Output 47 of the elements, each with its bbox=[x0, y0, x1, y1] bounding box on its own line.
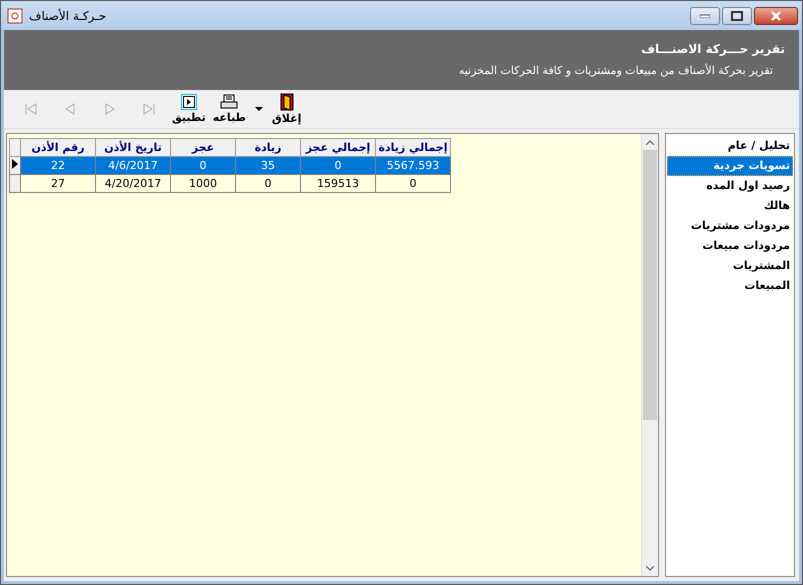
list-item[interactable]: تسويات جردية bbox=[667, 156, 793, 176]
report-title: تقرير حـــركة الاصنـــاف bbox=[640, 42, 785, 56]
column-header[interactable]: إجمالي زيادة bbox=[376, 138, 450, 156]
table-cell: 0 bbox=[236, 174, 300, 192]
play-icon bbox=[180, 94, 197, 110]
table-cell: 5567.593 bbox=[376, 156, 450, 174]
close-icon bbox=[770, 10, 782, 20]
column-header[interactable]: رقم الأذن bbox=[20, 138, 96, 156]
report-subtitle: تقرير بحركة الأصناف من مبيعات ومشتريات و كافة الحركات المخزنيه bbox=[458, 64, 774, 77]
column-header[interactable]: عجز bbox=[170, 138, 236, 156]
row-pointer-icon bbox=[12, 159, 18, 169]
print-button[interactable]: طباعه bbox=[210, 94, 248, 124]
door-icon bbox=[280, 93, 294, 111]
table-cell: 0 bbox=[170, 156, 236, 174]
list-item[interactable]: مردودات مشتريات bbox=[667, 216, 793, 236]
vertical-scrollbar[interactable] bbox=[641, 134, 658, 576]
app-icon bbox=[7, 8, 23, 24]
scroll-down-icon bbox=[646, 566, 654, 570]
maximize-button[interactable] bbox=[722, 6, 752, 24]
table-cell: 22 bbox=[20, 156, 96, 174]
list-item[interactable]: المشتريات bbox=[667, 256, 793, 276]
list-item[interactable]: رصيد اول المده bbox=[667, 176, 793, 196]
list-item[interactable]: هالك bbox=[667, 196, 793, 216]
column-header[interactable]: إجمالي عجز bbox=[300, 138, 376, 156]
table-cell: 1000 bbox=[170, 174, 236, 192]
table-cell: 159513 bbox=[300, 174, 376, 192]
close-button[interactable] bbox=[754, 6, 798, 24]
column-header[interactable]: زيادة bbox=[236, 138, 300, 156]
table-cell: 0 bbox=[376, 174, 450, 192]
apply-button[interactable]: تطبيق bbox=[170, 94, 208, 124]
table-cell: 27 bbox=[20, 174, 96, 192]
caret-icon bbox=[254, 106, 263, 112]
column-header[interactable]: تاريخ الأذن bbox=[96, 138, 170, 156]
maximize-icon bbox=[731, 10, 743, 20]
minimize-icon bbox=[700, 14, 710, 18]
table-cell: 4/6/2017 bbox=[96, 156, 170, 174]
close-button[interactable]: إغلاق bbox=[270, 93, 304, 125]
table-cell: 35 bbox=[236, 156, 300, 174]
table-cell: 0 bbox=[300, 156, 376, 174]
list-item[interactable]: مردودات مبيعات bbox=[667, 236, 793, 256]
minimize-button[interactable] bbox=[690, 6, 720, 24]
list-item[interactable]: المبيعات bbox=[667, 276, 793, 296]
list-item[interactable]: تحليل / عام bbox=[667, 136, 793, 156]
printer-icon bbox=[220, 94, 238, 110]
window-title: حـركـة الأصناف bbox=[29, 8, 108, 22]
table-cell: 4/20/2017 bbox=[96, 174, 170, 192]
scroll-up-icon bbox=[646, 140, 654, 144]
